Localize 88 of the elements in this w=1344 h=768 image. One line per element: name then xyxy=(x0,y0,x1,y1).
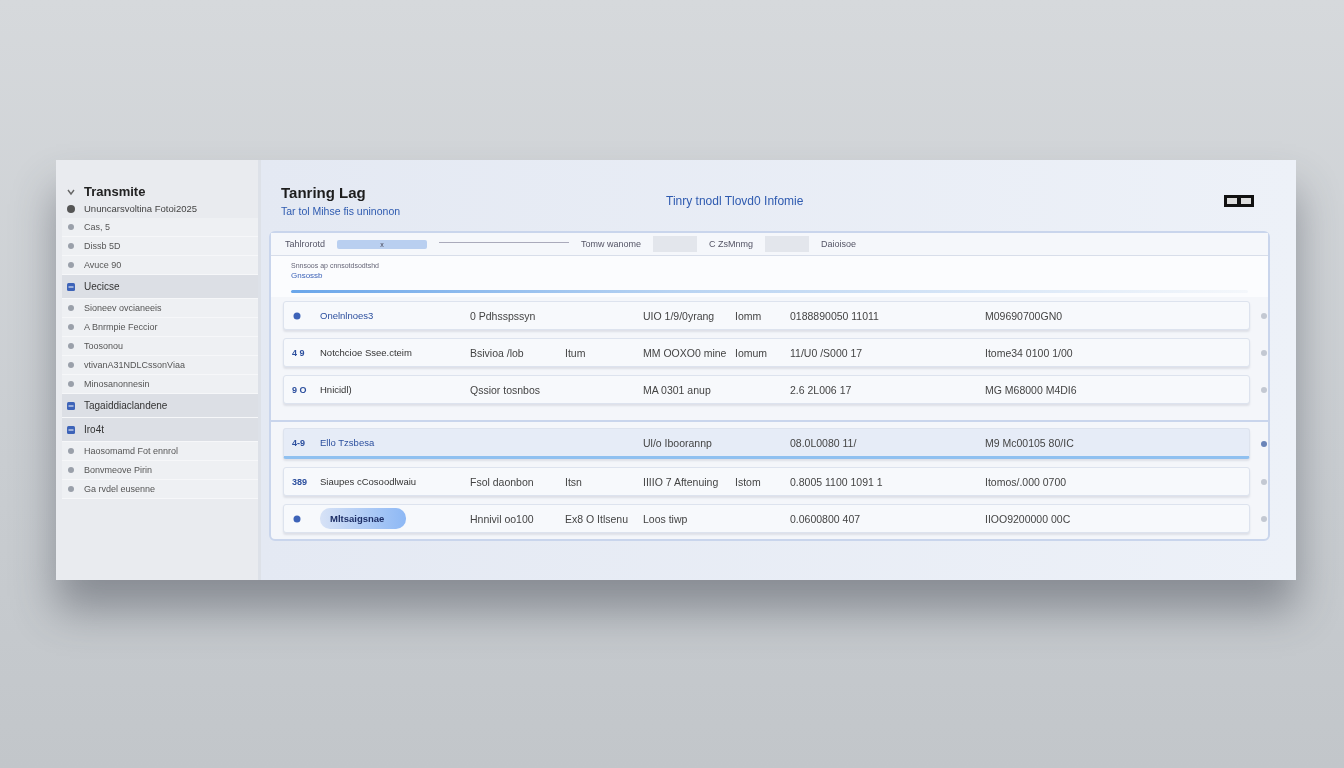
row-code: 389 xyxy=(292,476,309,487)
table-cell: MA 0301 anup xyxy=(643,383,711,396)
sidebar-item[interactable]: Haosomamd Fot ennrol xyxy=(62,442,258,461)
dot-icon xyxy=(292,513,302,524)
filter-label: Tahlrorotd xyxy=(285,239,326,249)
table-cell: 2.6 2L006 17 xyxy=(790,383,852,396)
name-chip[interactable]: Mltsaigsnae xyxy=(320,508,407,529)
page-subtitle: Tar tol Mihse fis uninonon xyxy=(281,205,402,217)
row-code: 4 9 xyxy=(292,347,306,358)
table-cell: Itomos/.000 0700 xyxy=(985,475,1067,488)
table-cell: Hnnivil oo100 xyxy=(470,512,534,525)
table-cell: Itome34 0100 1/00 xyxy=(985,346,1073,359)
table-cell: UIO 1/9/0yrang xyxy=(643,309,715,322)
table-cell: MM OOXO0 mine xyxy=(643,346,727,359)
row-code: 9 O xyxy=(292,384,308,395)
row-name: Siaupes cCosoodlwaiu xyxy=(320,476,417,487)
dot-icon xyxy=(66,260,76,270)
table-cell: 0 Pdhsspssyn xyxy=(470,309,536,322)
dot-icon xyxy=(66,341,76,351)
list-icon xyxy=(66,281,76,292)
dot-icon xyxy=(66,203,76,214)
table-cell: Itum xyxy=(565,346,586,359)
sidebar-item[interactable]: Ga rvdel eusenne xyxy=(62,480,258,499)
table-cell: Itsn xyxy=(565,475,582,488)
page-title: Tanring Lag xyxy=(281,184,367,201)
table-cell: IIOO9200000 00C xyxy=(985,512,1071,525)
table-cell: MG M68000 M4DI6 xyxy=(985,383,1077,396)
sidebar-subtitle: Ununcarsvoltina Fotoi2025 xyxy=(84,203,197,214)
table-cell: 0.8005 1100 1091 1 xyxy=(790,475,883,488)
table-cell: Bsivioa /lob xyxy=(470,346,524,359)
sidebar-item[interactable]: vtivanA31NDLCssonViaa xyxy=(62,356,258,375)
sidebar-item[interactable]: Iro4t xyxy=(62,418,258,442)
row-name: Ello Tzsbesa xyxy=(320,437,375,448)
sidebar-item[interactable]: Dissb 5D xyxy=(62,237,258,256)
panel-heading: Gnsossb xyxy=(291,271,324,280)
sidebar-item[interactable]: Sioneev ovcianeeis xyxy=(62,299,258,318)
log-row[interactable]: 4 9 Notchcioe Ssee.cteim Bsivioa /lob Itum MM OOXO0 mine Iomum 11/U0 /S000 17 Itome34 0100 1/00 xyxy=(283,338,1250,367)
dot-icon xyxy=(66,379,76,389)
log-row[interactable]: Onelnlnoes3 0 Pdhsspssyn UIO 1/9/0yrang Iomm 0188890050 11011 M09690700GN0 xyxy=(283,301,1250,330)
table-cell: Ex8 O Itlsenu xyxy=(565,512,629,525)
sidebar-item[interactable]: Avuce 90 xyxy=(62,256,258,275)
sidebar-item[interactable]: Minosanonnesin xyxy=(62,375,258,394)
filter-option[interactable]: Daioisoe xyxy=(821,239,857,249)
filter-option[interactable]: Tomw wanome xyxy=(581,239,642,249)
table-cell: Loos tiwp xyxy=(643,512,688,525)
table-cell: M09690700GN0 xyxy=(985,309,1063,322)
table-cell: IIIIO 7 Aftenuing xyxy=(643,475,719,488)
dot-icon xyxy=(66,484,76,494)
sidebar-item[interactable]: Tagaiddiaclandene xyxy=(62,394,258,418)
header-caption: Tinry tnodl Tlovd0 Infomie xyxy=(666,193,805,208)
table-cell: Qssior tosnbos xyxy=(470,383,541,396)
sidebar-item[interactable]: Toosonou xyxy=(62,337,258,356)
table-cell: Iomum xyxy=(735,346,768,359)
log-row[interactable]: Mltsaigsnae Hnnivil oo100 Ex8 O Itlsenu Loos tiwp 0.0600800 407 IIOO9200000 00C xyxy=(283,504,1250,533)
list-icon xyxy=(66,400,76,411)
table-cell: Iomm xyxy=(735,309,762,322)
dot-icon xyxy=(66,446,76,456)
table-cell: M9 Mc00105 80/IC xyxy=(985,436,1074,449)
list-icon xyxy=(66,424,76,435)
table-cell: Istom xyxy=(735,475,761,488)
search-field[interactable] xyxy=(439,242,570,246)
row-code: 4-9 xyxy=(292,437,306,448)
dot-icon xyxy=(66,222,76,232)
sidebar-item[interactable]: Bonvmeove Pirin xyxy=(62,461,258,480)
log-row[interactable]: 389 Siaupes cCosoodlwaiu Fsol daonbon Itsn IIIIO 7 Aftenuing Istom 0.8005 1100 1091 1 Itomos/.000 0700 xyxy=(283,467,1250,496)
table-cell: Ul/o Iboorannp xyxy=(643,436,712,449)
sidebar-item[interactable]: A Bnrmpie Feccior xyxy=(62,318,258,337)
sidebar-item[interactable]: Cas, 5 xyxy=(62,218,258,237)
filter-option[interactable]: C ZsMnmg xyxy=(709,239,754,249)
dot-icon xyxy=(66,322,76,332)
table-cell: 0188890050 11011 xyxy=(790,309,879,322)
dot-icon xyxy=(66,303,76,313)
sidebar-title: Transmite xyxy=(84,184,146,199)
dot-icon xyxy=(66,241,76,251)
log-row[interactable]: 4-9 Ello Tzsbesa Ul/o Iboorannp 08.0L0080 11/ M9 Mc00105 80/IC xyxy=(283,428,1250,459)
table-cell: Fsol daonbon xyxy=(470,475,534,488)
row-name: Notchcioe Ssee.cteim xyxy=(320,347,412,358)
table-cell: 0.0600800 407 xyxy=(790,512,861,525)
dot-icon xyxy=(66,465,76,475)
dot-icon xyxy=(292,310,302,321)
table-cell: 08.0L0080 11/ xyxy=(790,436,857,449)
row-name: Hnicidl) xyxy=(320,384,352,395)
dot-icon xyxy=(66,360,76,370)
table-cell: 11/U0 /S000 17 xyxy=(790,346,863,359)
log-row[interactable]: 9 O Hnicidl) Qssior tosnbos MA 0301 anup 2.6 2L006 17 MG M68000 M4DI6 xyxy=(283,375,1250,404)
window-controls-icon[interactable] xyxy=(1224,194,1254,207)
sidebar-item[interactable]: Uecicse xyxy=(62,275,258,299)
row-name: Onelnlnoes3 xyxy=(320,310,374,321)
